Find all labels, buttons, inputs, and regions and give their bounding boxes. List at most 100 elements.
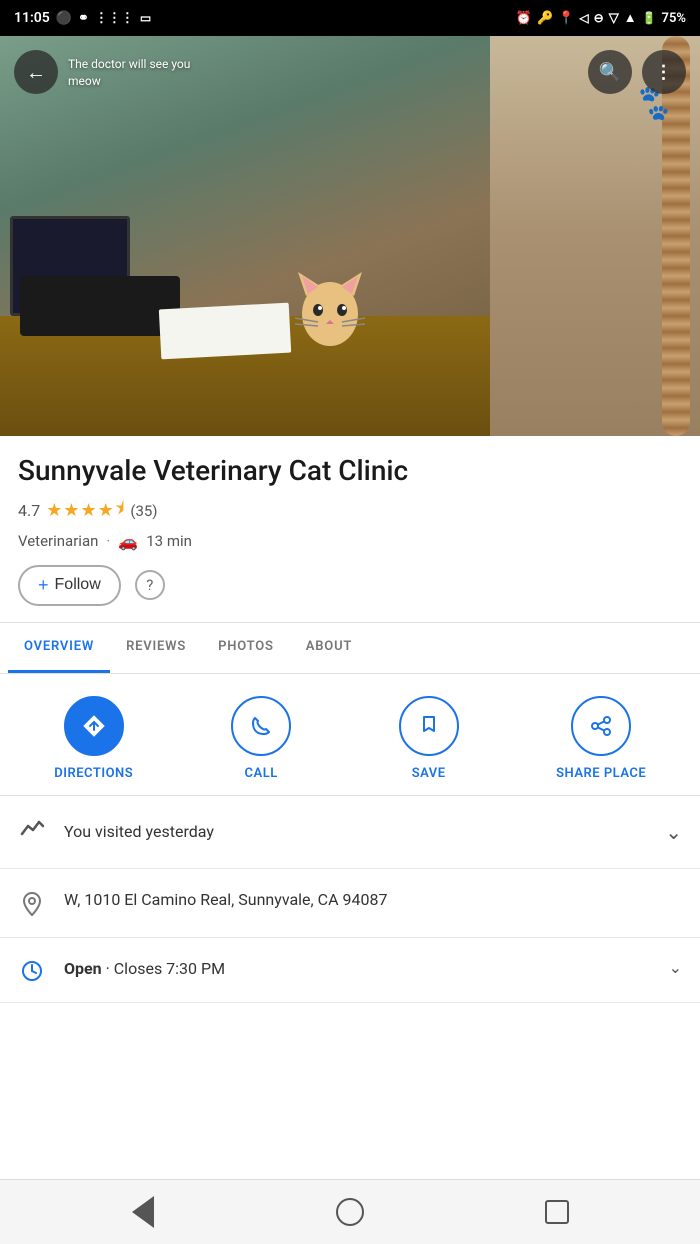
tab-about[interactable]: ABOUT: [290, 623, 368, 673]
plus-icon: +: [38, 575, 49, 596]
category-label: Veterinarian: [18, 532, 98, 550]
call-label: CALL: [245, 766, 278, 781]
tab-overview[interactable]: OVERVIEW: [8, 623, 110, 673]
car-icon: 🚗: [118, 532, 138, 551]
address-text: W, 1010 El Camino Real, Sunnyvale, CA 94…: [64, 890, 387, 909]
photo-right: 🐾: [490, 36, 700, 436]
follow-button[interactable]: + Follow: [18, 565, 121, 606]
bottom-spacer: [0, 1003, 700, 1083]
place-name: Sunnyvale Veterinary Cat Clinic: [18, 454, 682, 488]
follow-row: + Follow ?: [18, 565, 682, 606]
keyboard: [20, 276, 180, 336]
more-options-button[interactable]: ⋮: [642, 50, 686, 94]
hours-dot: ·: [106, 959, 114, 978]
cat-figure: [290, 254, 370, 354]
hours-text: Open · Closes 7:30 PM: [64, 959, 225, 978]
back-button[interactable]: ←: [14, 50, 58, 94]
save-icon: [416, 713, 442, 739]
question-icon: ?: [146, 576, 153, 594]
trend-icon: [18, 816, 46, 848]
share-circle: [571, 696, 631, 756]
save-action[interactable]: SAVE: [389, 696, 469, 781]
photo-header: 🐾 ← The doctor will see you meow 🔍 ⋮: [0, 36, 700, 436]
star-1: ★: [46, 500, 62, 521]
clock-icon: [18, 960, 46, 982]
star-half: ⯨: [115, 496, 125, 526]
rating-value: 4.7: [18, 501, 40, 520]
paper: [159, 303, 291, 360]
back-arrow-icon: ←: [26, 60, 46, 85]
call-icon: [248, 713, 274, 739]
battery-icon: 🔋: [642, 11, 657, 25]
photo-left: [0, 36, 490, 436]
status-right: ⏰ 🔑 📍 ◁ ⊖ ▽ ▲ 🔋 75%: [516, 10, 686, 26]
directions-label: DIRECTIONS: [54, 766, 133, 781]
review-count: (35): [130, 502, 157, 520]
rating-row: 4.7 ★ ★ ★ ★ ⯨ (35): [18, 496, 682, 526]
status-time: 11:05: [14, 10, 50, 26]
call-circle: [231, 696, 291, 756]
star-2: ★: [63, 500, 79, 521]
search-button[interactable]: 🔍: [588, 50, 632, 94]
directions-icon: [80, 712, 108, 740]
save-circle: [399, 696, 459, 756]
wifi-icon: ▽: [609, 11, 619, 26]
help-button[interactable]: ?: [135, 570, 165, 600]
expand-hours-button[interactable]: ⌄: [669, 958, 682, 977]
share-icon: [588, 713, 614, 739]
nav-home-button[interactable]: [332, 1194, 368, 1230]
nav-recents-button[interactable]: [539, 1194, 575, 1230]
meta-row: Veterinarian · 🚗 13 min: [18, 532, 682, 551]
recents-nav-icon: [545, 1200, 569, 1224]
volume-icon: ◁: [579, 11, 588, 25]
vibrate-icon: ⋮⋮⋮: [95, 11, 134, 26]
hours-row: Open · Closes 7:30 PM ⌄: [0, 938, 700, 1003]
info-section: Sunnyvale Veterinary Cat Clinic 4.7 ★ ★ …: [0, 436, 700, 622]
star-4: ★: [98, 500, 114, 521]
directions-action[interactable]: DIRECTIONS: [54, 696, 134, 781]
more-icon: ⋮: [655, 62, 674, 83]
tab-photos[interactable]: PHOTOS: [202, 623, 290, 673]
facebook-icon: ⚫: [56, 11, 72, 26]
battery-percent: 75%: [662, 11, 686, 26]
address-content: W, 1010 El Camino Real, Sunnyvale, CA 94…: [64, 889, 682, 911]
search-icon: 🔍: [599, 62, 621, 83]
address-row: W, 1010 El Camino Real, Sunnyvale, CA 94…: [0, 869, 700, 938]
follow-label: Follow: [55, 576, 101, 594]
photo-subtitle: The doctor will see you meow: [68, 56, 190, 90]
meta-dot: ·: [106, 532, 110, 550]
tab-reviews[interactable]: REVIEWS: [110, 623, 202, 673]
messenger-icon: ⚭: [78, 11, 89, 26]
tabs-bar: OVERVIEW REVIEWS PHOTOS ABOUT: [0, 623, 700, 674]
star-rating: ★ ★ ★ ★ ⯨: [46, 496, 124, 526]
close-time: Closes 7:30 PM: [114, 959, 225, 978]
back-nav-icon: [132, 1196, 154, 1228]
location-icon: 📍: [558, 11, 574, 26]
photo-actions: 🔍 ⋮: [588, 50, 686, 94]
call-action[interactable]: CALL: [221, 696, 301, 781]
bottom-nav: [0, 1179, 700, 1244]
nav-back-button[interactable]: [125, 1194, 161, 1230]
home-nav-icon: [336, 1198, 364, 1226]
status-left: 11:05 ⚫ ⚭ ⋮⋮⋮ ▭: [14, 10, 151, 26]
open-status: Open: [64, 959, 102, 978]
minus-icon: ⊖: [594, 11, 604, 25]
share-action[interactable]: SHARE PLACE: [556, 696, 646, 781]
share-label: SHARE PLACE: [556, 766, 646, 781]
activity-icon: [19, 816, 45, 842]
signal-icon: ▲: [624, 10, 637, 26]
screen-icon: ▭: [140, 11, 151, 25]
hours-content: Open · Closes 7:30 PM: [64, 958, 651, 980]
status-bar: 11:05 ⚫ ⚭ ⋮⋮⋮ ▭ ⏰ 🔑 📍 ◁ ⊖ ▽ ▲ 🔋 75%: [0, 0, 700, 36]
drive-time: 13 min: [146, 532, 192, 550]
star-3: ★: [80, 500, 96, 521]
expand-visited-button[interactable]: ⌄: [665, 820, 682, 844]
location-pin-icon: [18, 891, 46, 917]
key-icon: 🔑: [537, 11, 553, 26]
actions-row: DIRECTIONS CALL SAVE SH: [0, 674, 700, 796]
visited-text: You visited yesterday: [64, 822, 647, 841]
visited-row: You visited yesterday ⌄: [0, 796, 700, 869]
alarm-icon: ⏰: [516, 11, 532, 26]
directions-circle: [64, 696, 124, 756]
save-label: SAVE: [412, 766, 446, 781]
